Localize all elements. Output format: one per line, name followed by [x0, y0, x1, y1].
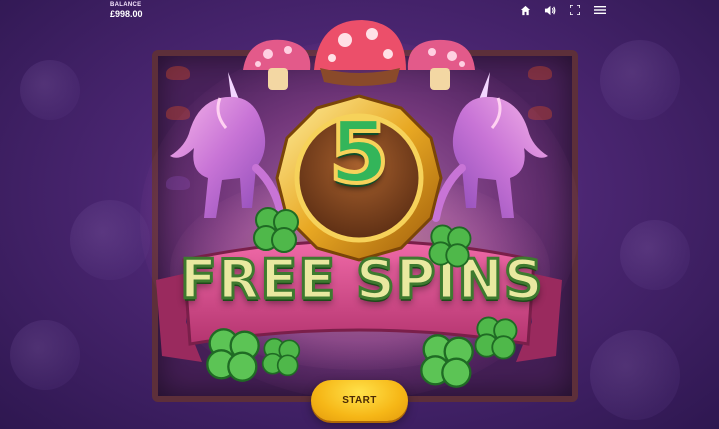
- sound-icon[interactable]: [543, 3, 557, 17]
- background-clover: [10, 320, 80, 390]
- background-clover: [20, 60, 80, 120]
- unicorn-right-icon: [432, 72, 548, 222]
- clover-icon: [261, 337, 301, 377]
- balance-value: £998.00: [110, 9, 143, 19]
- fullscreen-icon[interactable]: [568, 3, 582, 17]
- balance-display: BALANCE £998.00: [110, 2, 143, 19]
- start-button-label: START: [342, 395, 377, 406]
- background-clover: [590, 330, 680, 420]
- free-spins-award: 5 FREE SPINS: [150, 20, 570, 400]
- start-button[interactable]: START: [311, 380, 408, 421]
- free-spins-count: 5: [327, 103, 391, 203]
- free-spins-title: FREE SPINS: [179, 247, 545, 313]
- home-icon[interactable]: [518, 3, 532, 17]
- top-controls: [518, 3, 607, 17]
- background-clover: [620, 220, 690, 290]
- balance-label: BALANCE: [110, 2, 142, 8]
- clover-icon: [253, 207, 299, 253]
- background-clover: [70, 200, 150, 280]
- clover-icon: [474, 316, 518, 360]
- background-clover: [600, 40, 680, 120]
- menu-icon[interactable]: [593, 3, 607, 17]
- clover-icon: [428, 224, 472, 268]
- mushroom-center-icon: [314, 20, 406, 86]
